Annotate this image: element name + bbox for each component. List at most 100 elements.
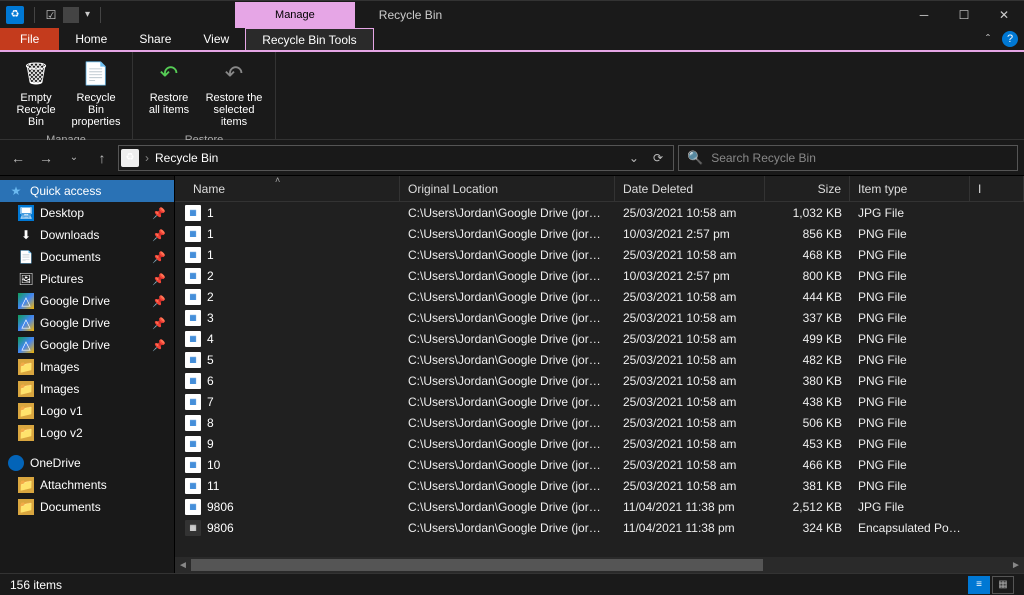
table-row[interactable]: ▦9 C:\Users\Jordan\Google Drive (jordan@… xyxy=(175,433,1024,454)
sidebar-item[interactable]: 📁Images xyxy=(0,356,174,378)
file-name: 1 xyxy=(207,206,214,220)
sidebar-item-label: Pictures xyxy=(40,272,83,286)
sidebar-item-label: Documents xyxy=(40,500,101,514)
table-row[interactable]: ▦1 C:\Users\Jordan\Google Drive (jordan@… xyxy=(175,202,1024,223)
file-icon: ▦ xyxy=(185,352,201,368)
file-icon: ▦ xyxy=(185,436,201,452)
file-size: 2,512 KB xyxy=(765,500,850,514)
file-name: 8 xyxy=(207,416,214,430)
content-pane: ˄ Name Original Location Date Deleted Si… xyxy=(175,176,1024,573)
maximize-button[interactable]: ☐ xyxy=(944,1,984,29)
scroll-left-button[interactable]: ◄ xyxy=(175,557,191,573)
file-name: 1 xyxy=(207,227,214,241)
restore-all-button[interactable]: ↶ Restore all items xyxy=(139,54,199,132)
table-row[interactable]: ▦4 C:\Users\Jordan\Google Drive (jordan@… xyxy=(175,328,1024,349)
table-row[interactable]: ▦9806 C:\Users\Jordan\Google Drive (jord… xyxy=(175,517,1024,538)
table-row[interactable]: ▦3 C:\Users\Jordan\Google Drive (jordan@… xyxy=(175,307,1024,328)
help-button[interactable]: ? xyxy=(996,28,1024,50)
sidebar-item[interactable]: 📁Images xyxy=(0,378,174,400)
table-row[interactable]: ▦2 C:\Users\Jordan\Google Drive (jordan@… xyxy=(175,286,1024,307)
empty-recycle-bin-button[interactable]: 🗑 Empty Recycle Bin xyxy=(6,54,66,132)
tab-view[interactable]: View xyxy=(187,28,245,50)
address-path[interactable]: Recycle Bin xyxy=(149,151,623,165)
sidebar-item[interactable]: △Google Drive📌 xyxy=(0,290,174,312)
refresh-button[interactable]: ⟳ xyxy=(645,151,671,165)
sidebar-item[interactable]: 📁Logo v2 xyxy=(0,422,174,444)
column-overflow[interactable]: I xyxy=(970,176,1024,201)
file-name: 11 xyxy=(207,479,219,493)
file-list[interactable]: ▦ 1 C:\Users\Jordan\Google Drive (jordan@… xyxy=(175,202,1024,557)
restore-selected-button[interactable]: ↶ Restore the selected items xyxy=(199,54,269,132)
file-date: 25/03/2021 10:58 am xyxy=(615,206,765,220)
file-size: 453 KB xyxy=(765,437,850,451)
pin-icon: 📌 xyxy=(152,207,166,220)
table-row[interactable]: ▦2 C:\Users\Jordan\Google Drive (jordan@… xyxy=(175,265,1024,286)
search-box[interactable]: 🔍 Search Recycle Bin xyxy=(678,145,1018,171)
sidebar-quick-access[interactable]: ★ Quick access xyxy=(0,180,174,202)
table-row[interactable]: ▦10 C:\Users\Jordan\Google Drive (jordan… xyxy=(175,454,1024,475)
sidebar-item[interactable]: 🖥Desktop📌 xyxy=(0,202,174,224)
sidebar-item[interactable]: 📁Logo v1 xyxy=(0,400,174,422)
column-item-type[interactable]: Item type xyxy=(850,176,970,201)
sidebar-item[interactable]: ⬇Downloads📌 xyxy=(0,224,174,246)
close-button[interactable]: ✕ xyxy=(984,1,1024,29)
file-location: C:\Users\Jordan\Google Drive (jordan@j..… xyxy=(400,458,615,472)
table-row[interactable]: ▦6 C:\Users\Jordan\Google Drive (jordan@… xyxy=(175,370,1024,391)
table-row[interactable]: ▦1 C:\Users\Jordan\Google Drive (jordan@… xyxy=(175,223,1024,244)
table-row[interactable]: ▦8 C:\Users\Jordan\Google Drive (jordan@… xyxy=(175,412,1024,433)
sidebar-item[interactable]: △Google Drive📌 xyxy=(0,312,174,334)
file-type: PNG File xyxy=(850,269,970,283)
file-type: PNG File xyxy=(850,332,970,346)
file-name: 1 xyxy=(207,248,214,262)
address-bar[interactable]: ♻ › Recycle Bin ⌄ ⟳ xyxy=(118,145,674,171)
scroll-thumb[interactable] xyxy=(191,559,763,571)
forward-button[interactable]: → xyxy=(34,146,58,170)
icons-view-button[interactable]: ▦ xyxy=(992,576,1014,594)
sidebar-item[interactable]: 🖼Pictures📌 xyxy=(0,268,174,290)
sidebar-item[interactable]: 📁Documents xyxy=(0,496,174,518)
column-size[interactable]: Size xyxy=(765,176,850,201)
titlebar: ♻ ☑ ▾ Manage Recycle Bin ─ ☐ ✕ xyxy=(0,0,1024,28)
column-headers: ˄ Name Original Location Date Deleted Si… xyxy=(175,176,1024,202)
column-name[interactable]: Name xyxy=(175,176,400,201)
details-view-button[interactable]: ≡ xyxy=(968,576,990,594)
qa-customize-dropdown[interactable]: ▾ xyxy=(81,9,94,20)
file-date: 25/03/2021 10:58 am xyxy=(615,248,765,262)
sidebar-item[interactable]: 📄Documents📌 xyxy=(0,246,174,268)
main-area: ★ Quick access 🖥Desktop📌⬇Downloads📌📄Docu… xyxy=(0,176,1024,573)
recent-dropdown[interactable]: ⌄ xyxy=(62,146,86,170)
tab-share[interactable]: Share xyxy=(123,28,187,50)
qa-new-folder-icon[interactable] xyxy=(63,7,79,23)
tab-home[interactable]: Home xyxy=(59,28,123,50)
file-size: 800 KB xyxy=(765,269,850,283)
file-location: C:\Users\Jordan\Google Drive (jordan@j..… xyxy=(400,269,615,283)
horizontal-scrollbar[interactable]: ◄ ► xyxy=(175,557,1024,573)
sidebar-item[interactable]: 📁Attachments xyxy=(0,474,174,496)
tab-file[interactable]: File xyxy=(0,28,59,50)
scroll-right-button[interactable]: ► xyxy=(1008,557,1024,573)
table-row[interactable]: ▦11 C:\Users\Jordan\Google Drive (jordan… xyxy=(175,475,1024,496)
sidebar-item-label: Google Drive xyxy=(40,316,110,330)
column-original-location[interactable]: Original Location xyxy=(400,176,615,201)
sidebar-onedrive[interactable]: OneDrive xyxy=(0,452,174,474)
table-row[interactable]: ▦7 C:\Users\Jordan\Google Drive (jordan@… xyxy=(175,391,1024,412)
up-button[interactable]: ↑ xyxy=(90,146,114,170)
table-row[interactable]: ▦9806 C:\Users\Jordan\Google Drive (jord… xyxy=(175,496,1024,517)
qa-properties-icon[interactable]: ☑ xyxy=(41,5,61,25)
sidebar-item[interactable]: △Google Drive📌 xyxy=(0,334,174,356)
address-dropdown[interactable]: ⌄ xyxy=(623,151,645,165)
file-icon: ▦ xyxy=(185,247,201,263)
back-button[interactable]: ← xyxy=(6,146,30,170)
minimize-button[interactable]: ─ xyxy=(904,1,944,29)
navigation-pane[interactable]: ★ Quick access 🖥Desktop📌⬇Downloads📌📄Docu… xyxy=(0,176,175,573)
sidebar-item-label: Images xyxy=(40,360,79,374)
table-row[interactable]: ▦1 C:\Users\Jordan\Google Drive (jordan@… xyxy=(175,244,1024,265)
recycle-bin-properties-button[interactable]: 📄 Recycle Bin properties xyxy=(66,54,126,132)
folder-icon: 📁 xyxy=(18,477,34,493)
minimize-ribbon-button[interactable]: ˆ xyxy=(980,28,996,50)
tab-recycle-bin-tools[interactable]: Recycle Bin Tools xyxy=(245,28,374,50)
table-row[interactable]: ▦5 C:\Users\Jordan\Google Drive (jordan@… xyxy=(175,349,1024,370)
column-date-deleted[interactable]: Date Deleted xyxy=(615,176,765,201)
pin-icon: 📌 xyxy=(152,317,166,330)
scroll-track[interactable] xyxy=(191,559,1008,571)
